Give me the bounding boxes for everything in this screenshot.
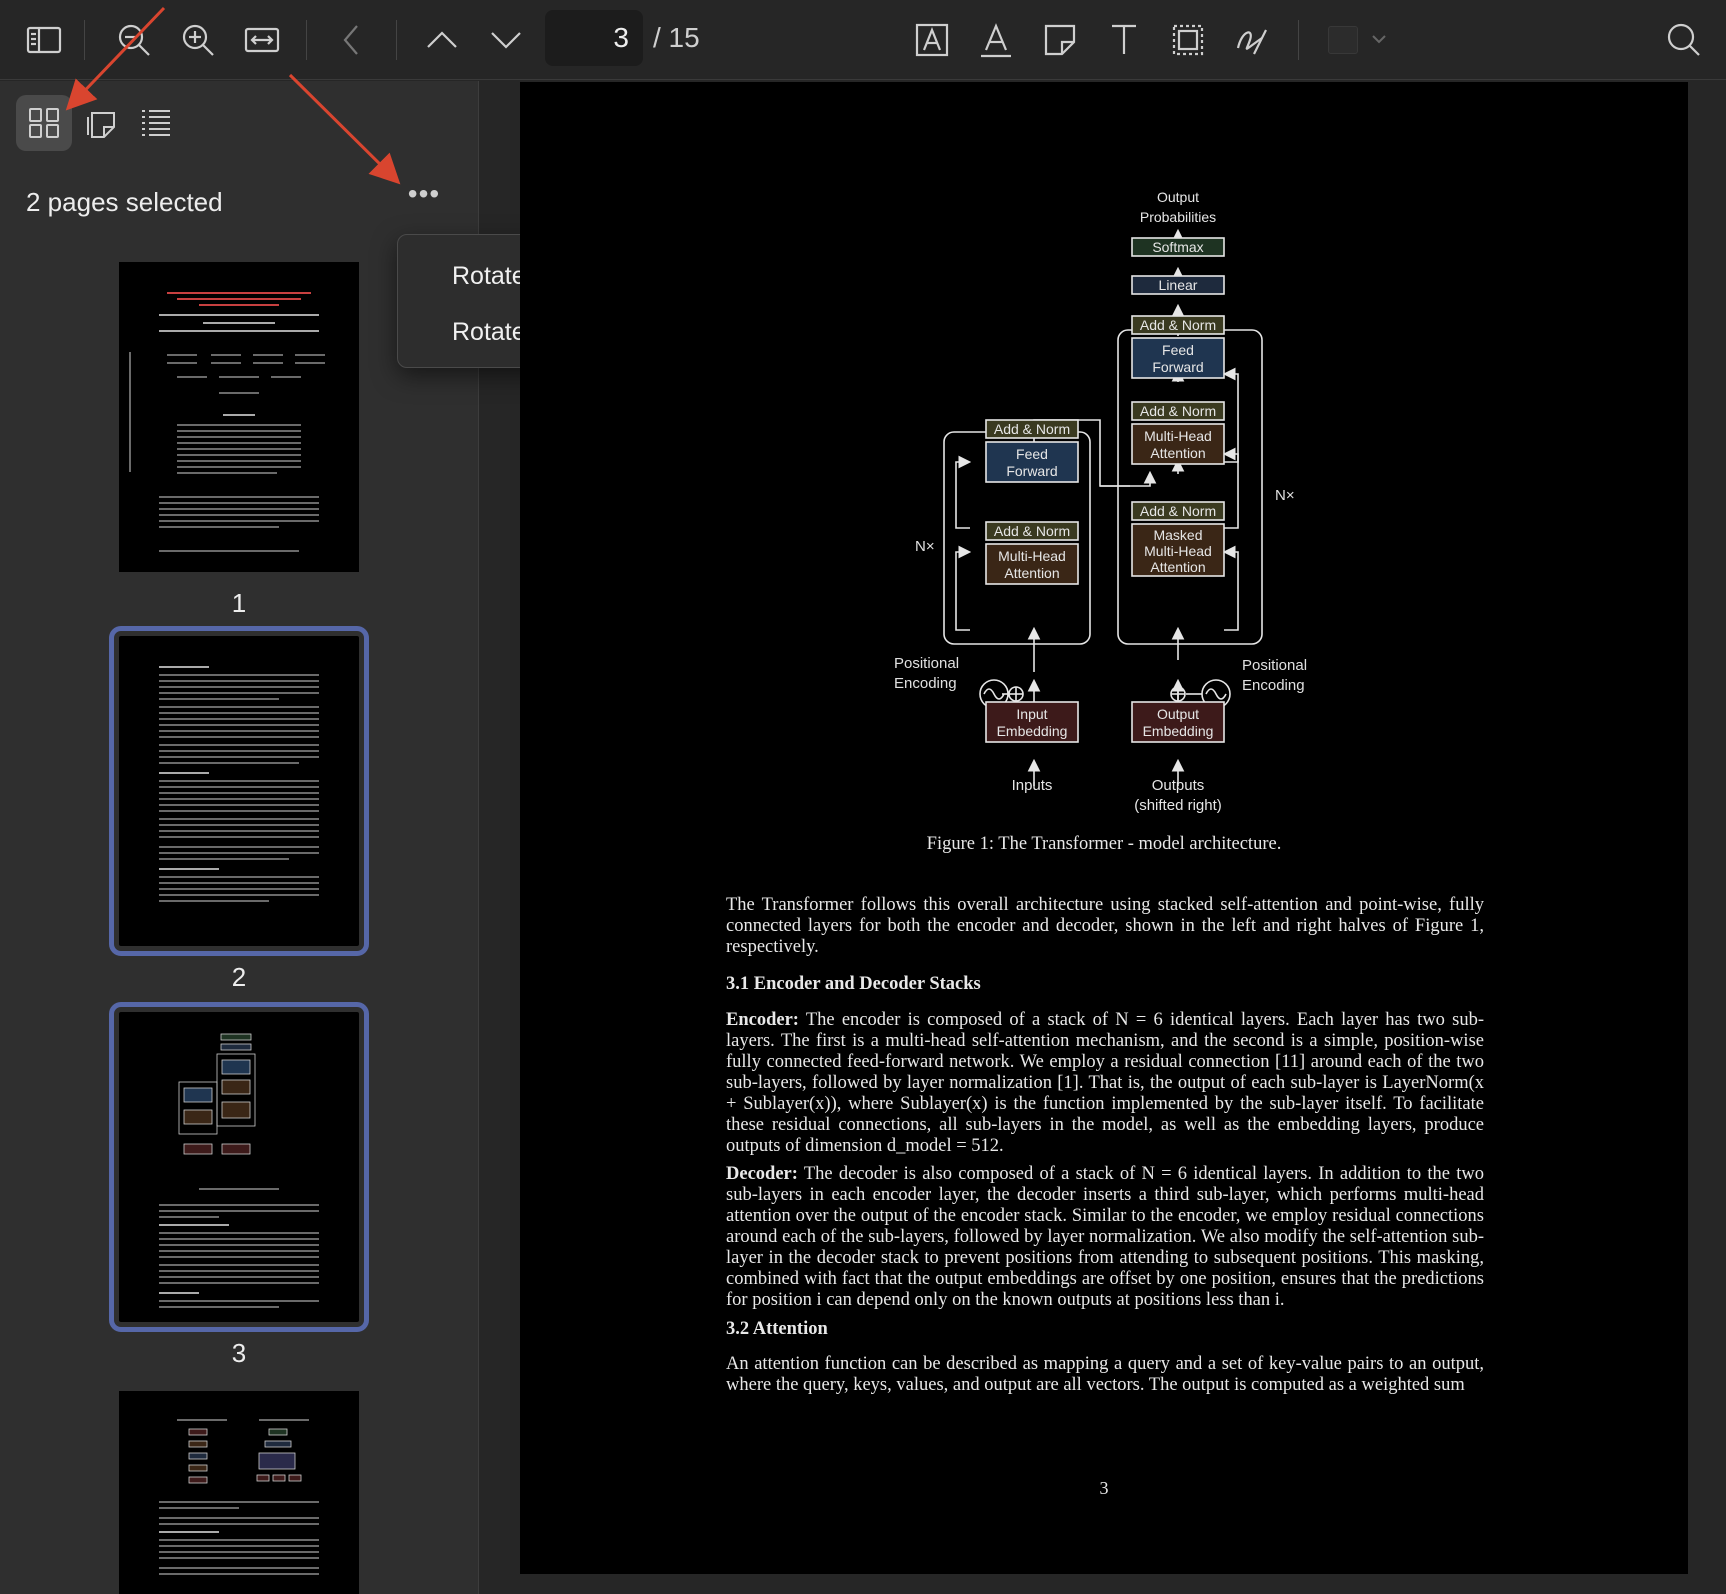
pdf-page: Output Probabilities Softmax Linear Add … (520, 82, 1688, 1574)
note-icon[interactable] (1036, 16, 1084, 64)
nx-label: N× (1275, 487, 1295, 504)
add-norm-label: Add & Norm (994, 421, 1070, 437)
page-total: / 15 (653, 22, 700, 53)
inputs-label: Inputs (1012, 777, 1053, 794)
outputs-label: (shifted right) (1134, 797, 1222, 814)
feed-forward-label: Feed (1162, 342, 1194, 358)
multi-head-attention-label: Multi-Head (998, 548, 1066, 564)
multi-head-attention-label: Attention (1004, 565, 1059, 581)
add-norm-label: Add & Norm (1140, 503, 1216, 519)
sidebar-toggle-icon[interactable] (20, 16, 68, 64)
output-embedding-label: Embedding (1143, 723, 1214, 739)
positional-encoding-label: Positional (894, 655, 959, 672)
masked-attention-label: Multi-Head (1144, 543, 1212, 559)
page-number-label: 1 (231, 588, 247, 618)
positional-encoding-label: Positional (1242, 657, 1307, 674)
list-icon (142, 110, 170, 136)
positional-encoding-label: Encoding (894, 675, 957, 692)
text-box-icon[interactable] (908, 16, 956, 64)
text-style-icon[interactable] (972, 16, 1020, 64)
page-number-field[interactable]: 3 (545, 10, 643, 66)
input-embedding-label: Embedding (997, 723, 1068, 739)
output-probabilities-label: Probabilities (1140, 209, 1216, 225)
linear-label: Linear (1159, 277, 1198, 293)
section-heading: 3.2 Attention (726, 1319, 828, 1339)
positional-encoding-label: Encoding (1242, 677, 1305, 694)
signature-icon[interactable] (1228, 16, 1276, 64)
page-number-label: 2 (231, 962, 247, 992)
text-tool-icon[interactable] (1100, 16, 1148, 64)
nx-label: N× (915, 538, 935, 555)
outline-view-button[interactable] (128, 95, 184, 151)
add-norm-label: Add & Norm (1140, 317, 1216, 333)
encoder-label: Encoder: (726, 1010, 799, 1030)
thumbnail-view-button[interactable] (16, 95, 72, 151)
add-norm-label: Add & Norm (1140, 403, 1216, 419)
annotations-view-button[interactable] (72, 95, 128, 151)
masked-attention-label: Masked (1153, 527, 1202, 543)
selection-icon[interactable] (1164, 16, 1212, 64)
page-thumbnail-1[interactable] (119, 262, 359, 572)
page-down-icon[interactable] (482, 16, 530, 64)
outputs-label: Outputs (1152, 777, 1205, 794)
grid-icon (29, 108, 59, 138)
page-thumbnail-3[interactable] (109, 1002, 369, 1332)
zoom-out-icon[interactable] (110, 16, 158, 64)
decoder-paragraph: Decoder: The decoder is also composed of… (726, 1164, 1484, 1311)
toolbar: 3 / 15 (0, 0, 1726, 80)
notes-icon (87, 112, 115, 138)
multi-head-attention-label: Multi-Head (1144, 428, 1212, 444)
zoom-in-icon[interactable] (174, 16, 222, 64)
more-options-button[interactable]: ••• (400, 180, 448, 217)
back-icon[interactable] (328, 16, 376, 64)
color-icon[interactable] (1328, 26, 1358, 54)
add-norm-label: Add & Norm (994, 523, 1070, 539)
intro-paragraph: The Transformer follows this overall arc… (726, 895, 1484, 957)
output-embedding-label: Output (1157, 706, 1199, 722)
page-thumbnail-4[interactable] (119, 1391, 359, 1594)
page-footer-number: 3 (1099, 1478, 1109, 1498)
encoder-paragraph: Encoder: The encoder is composed of a st… (726, 1010, 1484, 1157)
chevron-down-icon[interactable] (1366, 26, 1392, 52)
section-heading: 3.1 Encoder and Decoder Stacks (726, 974, 981, 994)
page-up-icon[interactable] (418, 16, 466, 64)
multi-head-attention-label: Attention (1150, 445, 1205, 461)
feed-forward-label: Forward (1152, 359, 1203, 375)
encoder-text: The encoder is composed of a stack of N … (726, 1010, 1485, 1156)
feed-forward-label: Forward (1006, 463, 1057, 479)
masked-attention-label: Attention (1150, 559, 1205, 575)
feed-forward-label: Feed (1016, 446, 1048, 462)
transformer-diagram: Output Probabilities Softmax Linear Add … (894, 189, 1307, 814)
input-embedding-label: Input (1016, 706, 1047, 722)
search-icon[interactable] (1660, 16, 1708, 64)
page-thumbnail-2[interactable] (109, 626, 369, 956)
decoder-text: The decoder is also composed of a stack … (726, 1164, 1484, 1310)
fit-width-icon[interactable] (238, 16, 286, 64)
figure-caption: Figure 1: The Transformer - model archit… (926, 834, 1282, 854)
decoder-label: Decoder: (726, 1164, 798, 1184)
output-probabilities-label: Output (1157, 189, 1199, 205)
page-number-label: 3 (231, 1338, 247, 1368)
softmax-label: Softmax (1152, 239, 1203, 255)
selection-count: 2 pages selected (26, 187, 223, 217)
attention-paragraph: An attention function can be described a… (726, 1354, 1484, 1395)
